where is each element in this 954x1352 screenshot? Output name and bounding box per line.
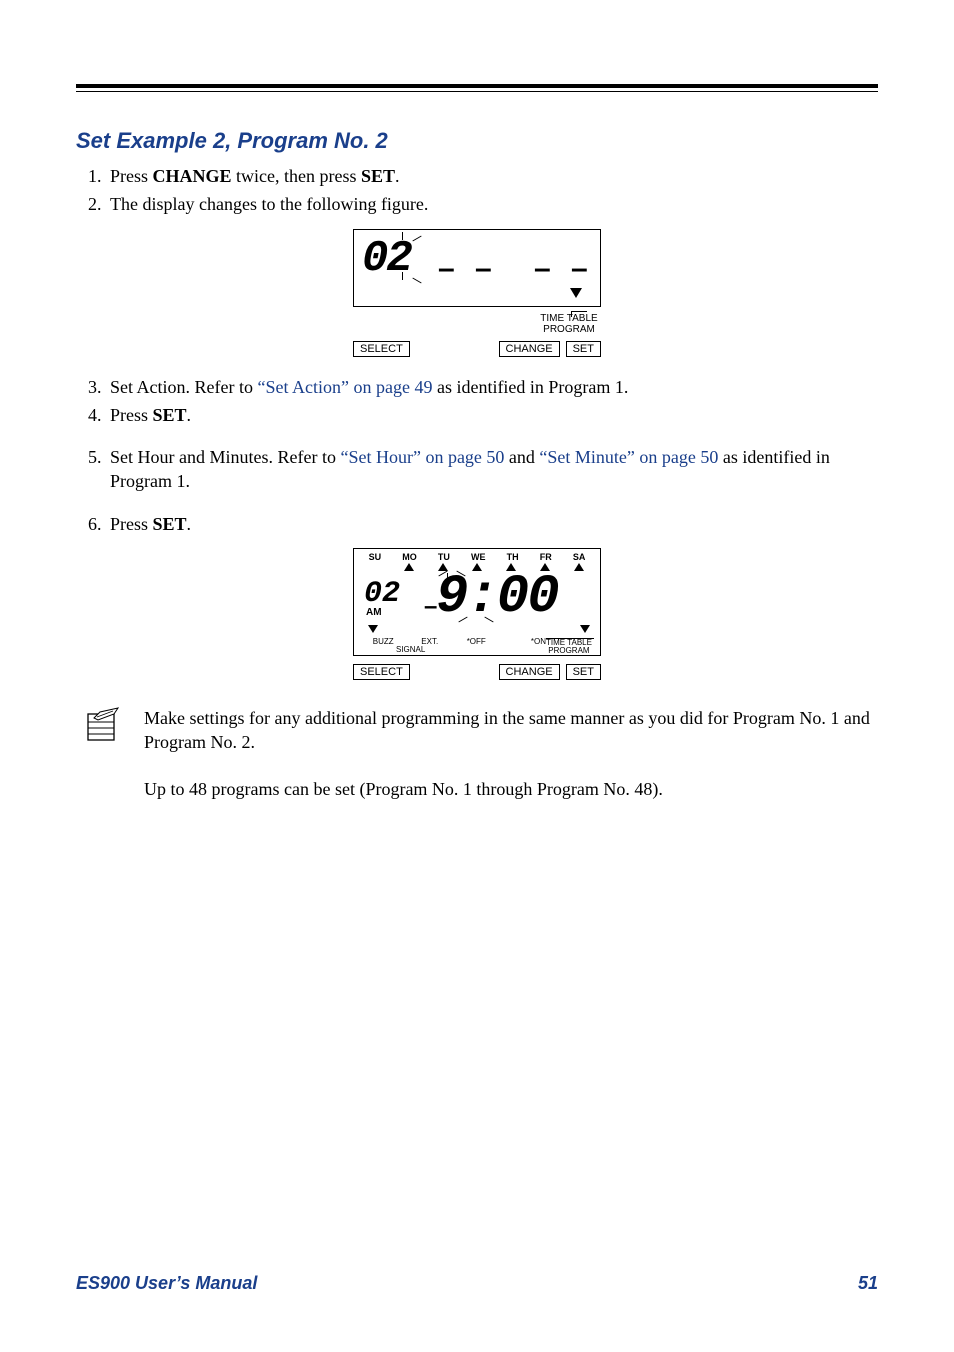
bottom-indicator-row	[354, 625, 600, 633]
step-list-4: 6.Press SET.	[76, 512, 878, 536]
time-table-label: TIME TABLEPROGRAM	[537, 313, 601, 335]
step-1: 1.Press CHANGE twice, then press SET.	[88, 164, 878, 188]
step6-set: SET	[153, 514, 187, 534]
triangle-down-icon	[368, 625, 378, 633]
note-block: Make settings for any additional program…	[84, 706, 878, 823]
step-5: 5.Set Hour and Minutes. Refer to “Set Ho…	[88, 445, 878, 494]
ontt-label: TIME TABLE PROGRAM	[546, 637, 594, 656]
step-2: 2.The display changes to the following f…	[88, 192, 878, 216]
day-row: SU MO TU WE TH FR SA	[354, 552, 600, 562]
lcd-display-2: SU MO TU WE TH FR SA 02 AM – 9:00	[353, 548, 601, 656]
step-6: 6.Press SET.	[88, 512, 878, 536]
lcd-set-button-2: SET	[566, 664, 601, 680]
note-text: Make settings for any additional program…	[144, 706, 878, 823]
lcd-dash-group-2: – –	[534, 252, 594, 286]
signal-label: SIGNAL	[396, 645, 425, 654]
lcd-am-label: AM	[366, 607, 382, 618]
lcd-dash-group-1: – –	[438, 252, 498, 286]
lcd-program-number: 02	[362, 234, 411, 284]
step4-set: SET	[153, 405, 187, 425]
step-list-3: 5.Set Hour and Minutes. Refer to “Set Ho…	[76, 445, 878, 494]
lcd-time: 9:00	[436, 567, 558, 628]
link-set-hour[interactable]: “Set Hour” on page 50	[340, 447, 504, 467]
note-paragraph-1: Make settings for any additional program…	[144, 706, 878, 755]
step1-change: CHANGE	[153, 166, 232, 186]
footer-title: ES900 User’s Manual	[76, 1273, 257, 1294]
step-3: 3.Set Action. Refer to “Set Action” on p…	[88, 375, 878, 399]
section-heading: Set Example 2, Program No. 2	[76, 128, 878, 154]
step2-text: The display changes to the following fig…	[110, 194, 428, 214]
note-icon	[84, 706, 122, 823]
lcd-set-button: SET	[566, 341, 601, 357]
step-list-2: 3.Set Action. Refer to “Set Action” on p…	[76, 375, 878, 428]
lcd-display-1: 02 – – – –	[353, 229, 601, 307]
figure-2: SU MO TU WE TH FR SA 02 AM – 9:00	[76, 548, 878, 680]
off-label: *OFF	[453, 637, 500, 646]
top-rule	[76, 84, 878, 92]
triangle-up-icon	[574, 563, 584, 571]
link-set-action[interactable]: “Set Action” on page 49	[257, 377, 432, 397]
note-paragraph-2: Up to 48 programs can be set (Program No…	[144, 777, 878, 801]
figure-1: 02 – – – – TIME TABLEPROGRAM SELECT CHAN…	[76, 229, 878, 357]
step-4: 4.Press SET.	[88, 403, 878, 427]
lcd-change-button: CHANGE	[499, 341, 560, 357]
footer-page-number: 51	[858, 1273, 878, 1294]
step-list: 1.Press CHANGE twice, then press SET. 2.…	[76, 164, 878, 217]
page-footer: ES900 User’s Manual 51	[76, 1273, 878, 1294]
lcd-select-button-2: SELECT	[353, 664, 410, 680]
arrow-down-icon	[570, 288, 582, 298]
step1-set: SET	[361, 166, 395, 186]
triangle-down-icon	[580, 625, 590, 633]
step1-text: Press	[110, 166, 153, 186]
triangle-up-icon	[404, 563, 414, 571]
lcd-program-number-2: 02	[364, 577, 400, 611]
lcd-select-button: SELECT	[353, 341, 410, 357]
lcd-change-button-2: CHANGE	[499, 664, 560, 680]
link-set-minute[interactable]: “Set Minute” on page 50	[539, 447, 718, 467]
